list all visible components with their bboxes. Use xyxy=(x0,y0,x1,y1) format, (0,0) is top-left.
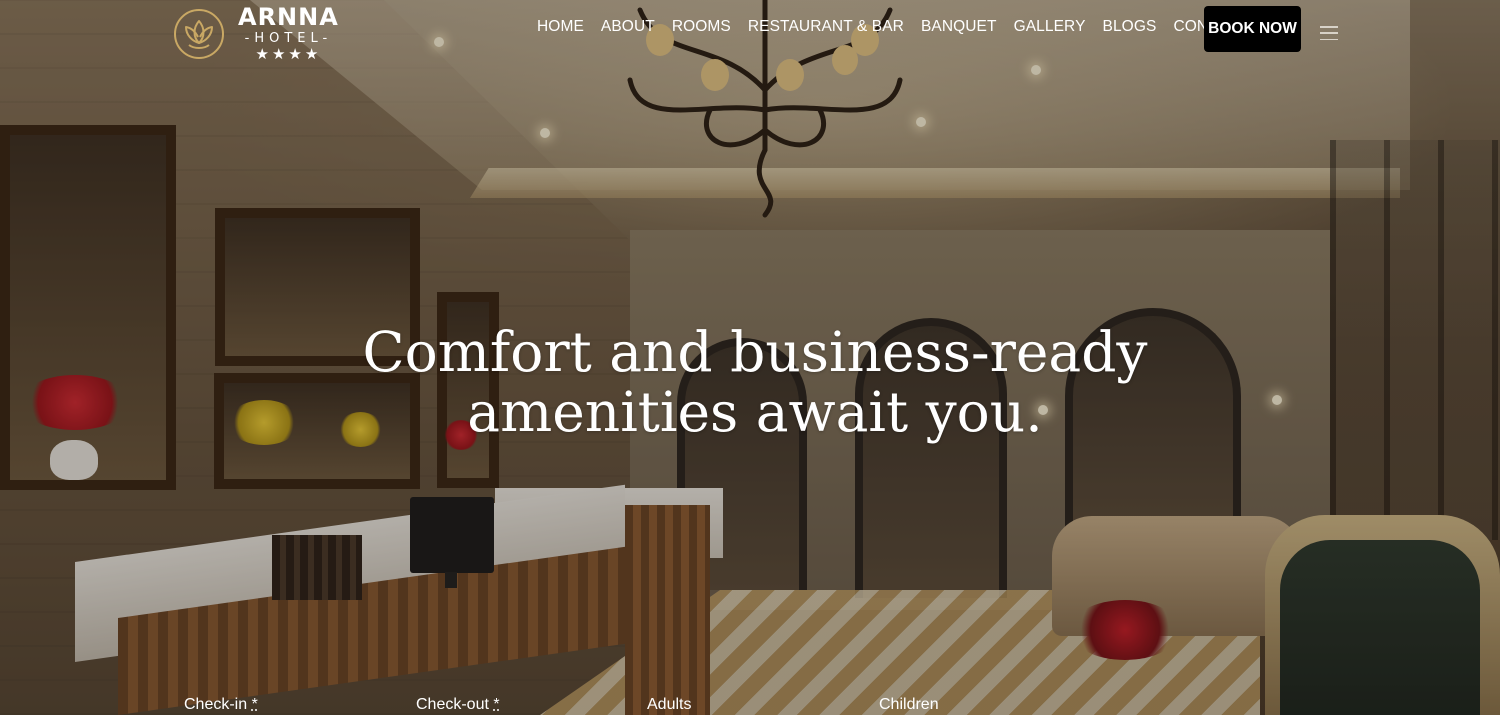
menu-line xyxy=(1320,38,1338,40)
brand-name: ARNNA xyxy=(238,3,339,31)
checkin-label-text: Check-in xyxy=(184,696,248,713)
headline-line-2: amenities await you. xyxy=(467,380,1043,444)
lotus-logo-icon xyxy=(174,8,224,59)
children-label: Children xyxy=(879,696,939,713)
required-mark: * xyxy=(493,696,500,713)
hero-headline: Comfort and business-ready amenities awa… xyxy=(0,322,1500,442)
nav-blogs[interactable]: BLOGS xyxy=(1103,18,1157,36)
logo-wordmark: ARNNA -HOTEL- ★★★★ xyxy=(238,5,339,62)
menu-line xyxy=(1320,32,1338,34)
checkout-label-text: Check-out xyxy=(416,696,489,713)
checkout-label: Check-out * xyxy=(416,695,500,715)
nav-restaurant-bar[interactable]: RESTAURANT & BAR xyxy=(748,18,904,36)
booking-form: Check-in * Check-out * Adults Children xyxy=(0,693,1500,715)
nav-about[interactable]: ABOUT xyxy=(601,18,655,36)
book-now-button[interactable]: BOOK NOW xyxy=(1204,6,1301,52)
star-rating: ★★★★ xyxy=(255,46,322,63)
required-mark: * xyxy=(251,696,258,713)
nav-rooms[interactable]: ROOMS xyxy=(672,18,731,36)
hotel-logo[interactable]: ARNNA -HOTEL- ★★★★ xyxy=(172,5,339,62)
brand-sub-text: HOTEL xyxy=(254,31,323,46)
nav-banquet[interactable]: BANQUET xyxy=(921,18,997,36)
nav-gallery[interactable]: GALLERY xyxy=(1014,18,1086,36)
headline-line-1: Comfort and business-ready xyxy=(362,320,1148,384)
nav-home[interactable]: HOME xyxy=(537,18,584,36)
menu-line xyxy=(1320,26,1338,28)
brand-subtitle: -HOTEL- xyxy=(244,31,333,46)
main-navigation: HOME ABOUT ROOMS RESTAURANT & BAR BANQUE… xyxy=(537,18,1265,36)
site-header: ARNNA -HOTEL- ★★★★ HOME ABOUT ROOMS REST… xyxy=(0,0,1500,62)
hero-section: ARNNA -HOTEL- ★★★★ HOME ABOUT ROOMS REST… xyxy=(0,0,1500,715)
adults-label: Adults xyxy=(647,696,692,713)
checkin-label: Check-in * xyxy=(184,695,258,715)
hamburger-menu-icon[interactable] xyxy=(1320,26,1338,40)
